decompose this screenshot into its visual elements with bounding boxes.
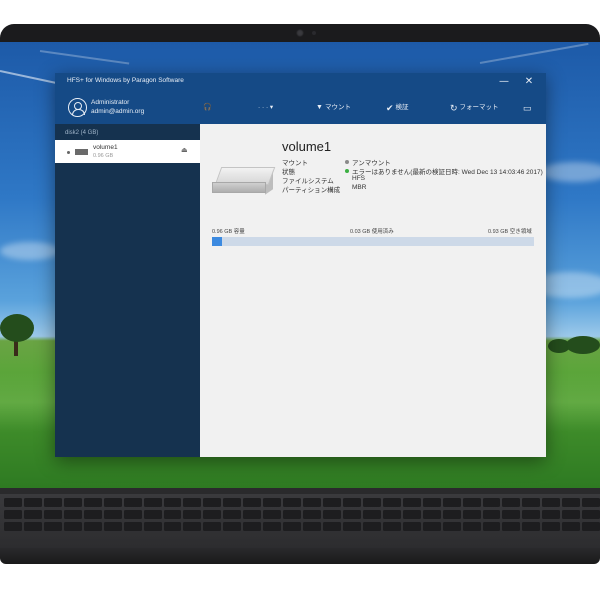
volume-name: volume1: [93, 144, 118, 151]
help-button[interactable]: 🎧: [203, 102, 212, 114]
toolbar: Administrator admin@admin.org 🎧 · · · ▾ …: [55, 91, 546, 124]
format-label: フォーマット: [459, 104, 499, 111]
check-icon: ✔: [386, 103, 394, 113]
verify-label: 検証: [395, 104, 409, 111]
status-dot: [67, 151, 70, 154]
verify-button[interactable]: ✔ 検証: [386, 102, 409, 114]
hard-drive-icon: [212, 167, 276, 197]
panel-icon: ▭: [523, 103, 532, 113]
free-label: 0.93 GB 空き領域: [488, 229, 532, 235]
mount-status-dot: [345, 160, 349, 164]
drive-icon: [75, 149, 88, 155]
cloud: [540, 162, 600, 182]
cloud: [0, 242, 60, 260]
status-value: エラーはありません(最新の検証日時: Wed Dec 13 14:03:46 2…: [345, 166, 543, 176]
disk-label: disk2 (4 GB): [65, 130, 99, 136]
usage-bar: [212, 237, 534, 246]
volume-title: volume1: [282, 139, 332, 154]
filesystem-value: HFS: [352, 175, 365, 182]
user-circle-icon[interactable]: [68, 98, 87, 117]
sidebar-item-volume1[interactable]: volume1 0.96 GB ⏏: [55, 140, 200, 163]
key-row: [0, 498, 600, 507]
partition-scheme-value: MBR: [352, 184, 367, 191]
key-row: [0, 510, 600, 519]
sidebar: disk2 (4 GB) volume1 0.96 GB ⏏: [55, 124, 200, 457]
more-menu-button[interactable]: · · · ▾: [258, 102, 273, 114]
sky-streak: [0, 70, 59, 85]
status-text: エラーはありません(最新の検証日時: Wed Dec 13 14:03:46 2…: [352, 169, 543, 176]
panel-toggle-button[interactable]: ▭: [523, 102, 532, 114]
user-name: Administrator: [91, 99, 130, 106]
tree: [566, 336, 600, 354]
keyboard: [0, 498, 600, 532]
close-button[interactable]: ✕: [521, 75, 537, 89]
webcam-light: [312, 31, 316, 35]
minimize-button[interactable]: —: [496, 75, 512, 89]
partition-scheme-label: パーティション構成: [282, 187, 341, 194]
user-email: admin@admin.org: [91, 108, 145, 115]
title-bar: HFS+ for Windows by Paragon Software — ✕: [55, 73, 546, 91]
app-window: HFS+ for Windows by Paragon Software — ✕…: [55, 73, 546, 457]
status-ok-dot: [345, 169, 349, 173]
laptop-base-edge: [0, 548, 600, 564]
tree: [0, 314, 34, 342]
webcam: [296, 29, 304, 37]
capacity-label: 0.96 GB 容量: [212, 229, 245, 235]
mount-label: マウント: [324, 104, 351, 111]
laptop-scene: HFS+ for Windows by Paragon Software — ✕…: [0, 0, 600, 600]
volume-details: volume1 マウント アンマウント 状態 エラーはありません(最新の検証日時…: [200, 124, 546, 457]
eject-icon[interactable]: ⏏: [181, 146, 188, 154]
mount-button[interactable]: ▼ マウント: [316, 102, 351, 114]
format-button[interactable]: ↻ フォーマット: [450, 102, 499, 114]
window-title: HFS+ for Windows by Paragon Software: [67, 77, 184, 84]
usage-bar-fill: [212, 237, 223, 246]
sky-streak: [39, 50, 130, 65]
sky-streak: [479, 42, 589, 64]
key-row: [0, 522, 600, 531]
headset-icon: 🎧: [203, 104, 212, 111]
mount-icon: ▼: [316, 104, 323, 111]
volume-size: 0.96 GB: [93, 153, 114, 159]
refresh-icon: ↻: [450, 103, 458, 113]
used-label: 0.03 GB 使用済み: [350, 229, 394, 235]
